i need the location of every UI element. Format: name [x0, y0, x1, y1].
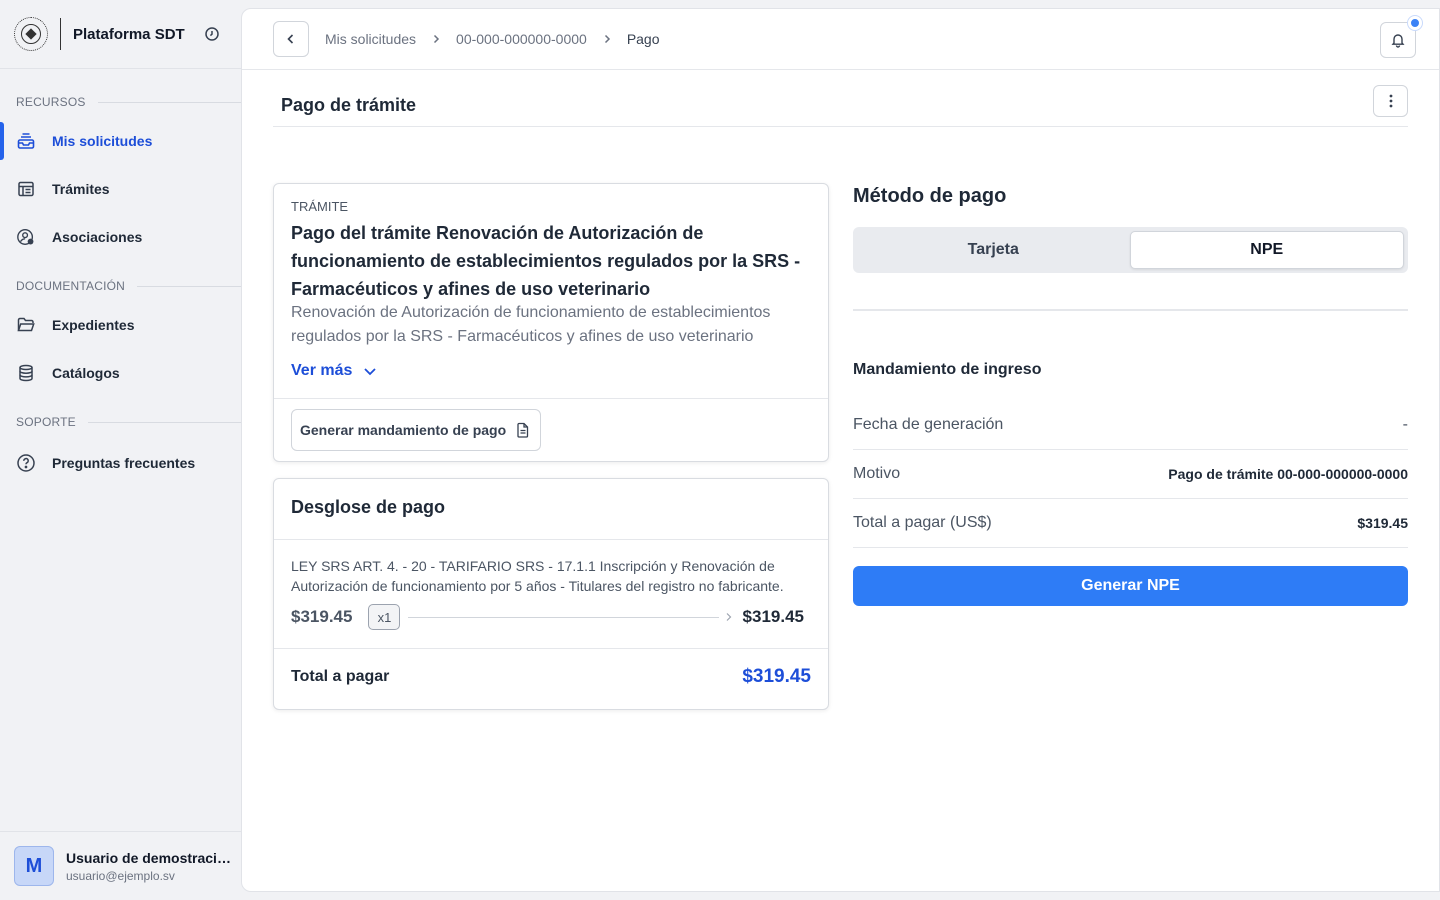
folder-open-icon [16, 315, 36, 335]
chevron-right-icon [430, 33, 442, 45]
section-divider [853, 309, 1408, 311]
main-panel: Mis solicitudes 00-000-000000-0000 Pago … [241, 8, 1440, 892]
breadcrumb-current: Pago [626, 31, 660, 47]
section-label-soporte: SOPORTE [0, 413, 241, 431]
document-icon [517, 422, 529, 438]
card-divider [274, 648, 828, 649]
sidebar-item-label: Preguntas frecuentes [52, 455, 196, 471]
line-item-quantity-badge: x1 [368, 604, 401, 630]
inbox-stack-icon [16, 131, 36, 151]
detail-value: - [1402, 416, 1408, 433]
generate-mandamiento-button[interactable]: Generar mandamiento de pago [291, 409, 542, 451]
line-item-connector [408, 616, 719, 618]
sidebar-item-catalogos[interactable]: Catálogos [0, 349, 241, 397]
avatar: M [14, 846, 54, 886]
sidebar: Plataforma SDT RECURSOS Mis solicitudes … [0, 0, 241, 900]
payment-method-tabs: Tarjeta NPE [853, 227, 1408, 273]
card-divider [274, 398, 828, 399]
sidebar-item-expedientes[interactable]: Expedientes [0, 301, 241, 349]
sidebar-item-label: Trámites [52, 181, 110, 197]
chevron-right-icon [725, 612, 733, 622]
user-email: usuario@ejemplo.sv [66, 868, 175, 883]
bell-icon [1391, 34, 1405, 48]
sidebar-item-label: Expedientes [52, 317, 135, 333]
sidebar-item-tramites[interactable]: Trámites [0, 165, 241, 213]
chevron-right-icon [601, 33, 613, 45]
back-button[interactable] [273, 21, 309, 57]
ver-mas-label: Ver más [291, 362, 353, 379]
chevron-left-icon [287, 34, 294, 44]
breadcrumb-solicitud-id[interactable]: 00-000-000000-0000 [456, 31, 587, 47]
generate-npe-button[interactable]: Generar NPE [853, 566, 1408, 606]
history-icon [205, 27, 219, 41]
card-divider [274, 539, 828, 540]
tramite-label: TRÁMITE [291, 199, 349, 214]
notification-dot [1408, 16, 1422, 30]
brand-header: Plataforma SDT [0, 0, 241, 69]
kebab-menu-icon [1389, 94, 1392, 108]
detail-value: Pago de trámite 00-000-000000-0000 [1168, 466, 1408, 482]
payment-method-title: Método de pago [853, 185, 1007, 207]
total-value: $319.45 [742, 666, 811, 687]
sidebar-item-label: Mis solicitudes [52, 133, 153, 149]
detail-label: Motivo [853, 465, 901, 482]
sidebar-item-label: Asociaciones [52, 229, 143, 245]
ver-mas-toggle[interactable]: Ver más [291, 362, 378, 380]
sidebar-item-mis-solicitudes[interactable]: Mis solicitudes [0, 117, 241, 165]
line-item-concept: LEY SRS ART. 4. - 20 - TARIFARIO SRS - 1… [291, 558, 784, 594]
calendar-table-icon [16, 179, 36, 199]
question-circle-icon [16, 453, 36, 473]
detail-label: Fecha de generación [853, 416, 1004, 433]
page-title: Pago de trámite [281, 94, 417, 115]
line-item-unit-price: $319.45 [291, 607, 353, 626]
detail-value: $319.45 [1357, 515, 1408, 531]
tramite-card: TRÁMITE Pago del trámite Renovación de A… [273, 183, 829, 462]
detail-label: Total a pagar (US$) [853, 514, 992, 531]
mandamiento-title: Mandamiento de ingreso [853, 361, 1042, 378]
user-name: Usuario de demostración [66, 849, 231, 866]
tab-npe[interactable]: NPE [1129, 231, 1404, 269]
detail-row-total: Total a pagar (US$) $319.45 [853, 499, 1408, 548]
national-seal-logo [14, 17, 48, 51]
tab-tarjeta[interactable]: Tarjeta [857, 231, 1130, 269]
top-bar: Mis solicitudes 00-000-000000-0000 Pago [242, 9, 1439, 70]
user-gear-icon [16, 227, 36, 247]
more-options-button[interactable] [1373, 85, 1408, 117]
generate-mandamiento-label: Generar mandamiento de pago [300, 422, 507, 438]
detail-row-fecha: Fecha de generación - [853, 401, 1408, 450]
tramite-title: Pago del trámite Renovación de Autorizac… [291, 223, 801, 299]
brand-name: Plataforma SDT [73, 25, 185, 43]
chevron-down-icon [362, 363, 378, 379]
section-label-documentacion: DOCUMENTACIÓN [0, 277, 241, 295]
section-label-recursos: RECURSOS [0, 93, 241, 111]
sidebar-toggle-button[interactable] [197, 19, 227, 49]
sidebar-item-label: Catálogos [52, 365, 120, 381]
detail-row-motivo: Motivo Pago de trámite 00-000-000000-000… [853, 450, 1408, 499]
desglose-card: Desglose de pago LEY SRS ART. 4. - 20 - … [273, 478, 829, 710]
sidebar-item-preguntas-frecuentes[interactable]: Preguntas frecuentes [0, 439, 241, 487]
line-item-subtotal: $319.45 [742, 607, 804, 626]
database-icon [16, 363, 36, 383]
breadcrumb: Mis solicitudes 00-000-000000-0000 Pago [325, 31, 660, 47]
tramite-description: Renovación de Autorización de funcionami… [291, 304, 771, 345]
breadcrumb-mis-solicitudes[interactable]: Mis solicitudes [325, 31, 416, 47]
line-item-row: $319.45 x1 $319.45 [291, 603, 804, 631]
desglose-title: Desglose de pago [291, 497, 446, 517]
total-label: Total a pagar [291, 668, 390, 685]
sidebar-item-asociaciones[interactable]: Asociaciones [0, 213, 241, 261]
brand-divider [60, 18, 61, 50]
page-header: Pago de trámite [273, 84, 1408, 127]
user-menu[interactable]: M Usuario de demostración usuario@ejempl… [0, 831, 241, 900]
